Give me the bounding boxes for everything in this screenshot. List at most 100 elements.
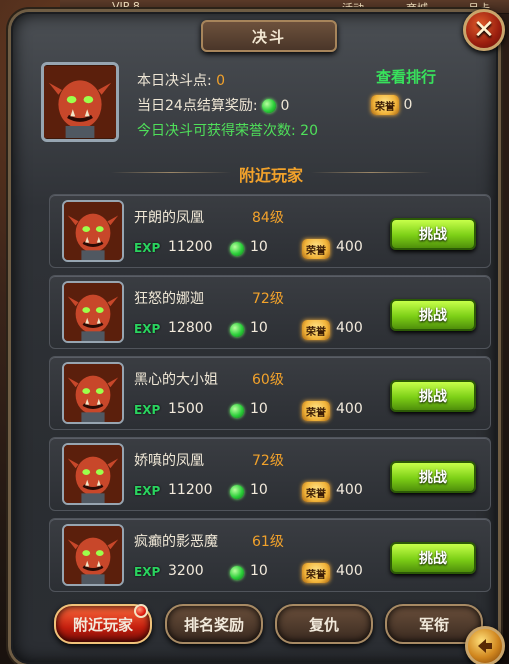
player-avatar (62, 524, 124, 586)
honor-icon: 荣誉 (302, 239, 330, 259)
green-gem-icon (230, 323, 244, 337)
orc-portrait-icon (64, 364, 122, 422)
honor-icon-text: 荣誉 (306, 245, 326, 257)
player-row: 疯癫的影恶魔 61级 EXP 3200 10 荣誉 400 挑战 (49, 518, 491, 592)
honor-times-value: 20 (300, 123, 318, 139)
gem-value: 10 (250, 482, 268, 498)
exp-value: 1500 (168, 401, 204, 417)
player-level: 72级 (252, 453, 284, 469)
honor-icon: 荣誉 (302, 401, 330, 421)
exp-label: EXP (134, 565, 161, 579)
challenge-button[interactable]: 挑战 (390, 380, 476, 412)
player-avatar (62, 281, 124, 343)
bottom-tab-bar: 附近玩家 排名奖励 复仇 军衔 (54, 604, 484, 648)
tab-nearby-players[interactable]: 附近玩家 (54, 604, 152, 644)
nearby-players-heading: 附近玩家 (111, 158, 431, 188)
player-row: 开朗的凤凰 84级 EXP 11200 10 荣誉 400 挑战 (49, 194, 491, 268)
player-row: 狂怒的娜迦 72级 EXP 12800 10 荣誉 400 挑战 (49, 275, 491, 349)
duel-summary: 本日决斗点: 0 查看排行 当日24点结算奖励: 0 荣誉 0 今日决斗可获得荣… (41, 62, 491, 152)
tab-label: 复仇 (308, 615, 339, 634)
player-row: 黑心的大小姐 60级 EXP 1500 10 荣誉 400 挑战 (49, 356, 491, 430)
exp-value: 3200 (168, 563, 204, 579)
honor-icon: 荣誉 (302, 320, 330, 340)
honor-value: 0 (403, 97, 413, 113)
player-level: 72级 (252, 291, 284, 307)
close-button[interactable]: ✕ (463, 9, 505, 51)
challenge-button[interactable]: 挑战 (390, 218, 476, 250)
gem-value: 10 (250, 239, 268, 255)
player-name: 娇嗔的凤凰 (134, 453, 204, 469)
view-ranking-link[interactable]: 查看排行 (376, 66, 436, 87)
player-level: 60级 (252, 372, 284, 388)
settlement-label: 当日24点结算奖励: (137, 98, 258, 114)
honor-reward-value: 400 (336, 239, 363, 255)
tab-label: 排名奖励 (183, 615, 244, 634)
settlement-reward: 当日24点结算奖励: 0 (137, 95, 289, 115)
notification-dot-icon (134, 604, 148, 618)
honor-reward-value: 400 (336, 482, 363, 498)
gem-value: 10 (250, 320, 268, 336)
player-name: 疯癫的影恶魔 (134, 534, 218, 550)
player-avatar (62, 200, 124, 262)
exp-label: EXP (134, 322, 161, 336)
player-avatar (62, 362, 124, 424)
gem-value: 10 (250, 401, 268, 417)
section-title: 附近玩家 (238, 166, 303, 185)
player-name: 黑心的大小姐 (134, 372, 218, 388)
honor-times-label: 今日决斗可获得荣誉次数: (137, 123, 296, 139)
duel-points-value: 0 (216, 73, 226, 89)
orc-portrait-icon (44, 66, 116, 138)
player-name: 狂怒的娜迦 (134, 291, 204, 307)
settlement-gem-value: 0 (280, 98, 290, 114)
green-gem-icon (230, 485, 244, 499)
tab-revenge[interactable]: 复仇 (275, 604, 373, 644)
exp-label: EXP (134, 403, 161, 417)
exp-value: 12800 (168, 320, 213, 336)
tab-label: 附近玩家 (72, 615, 133, 634)
honor-icon-text: 荣誉 (306, 488, 326, 500)
duel-points-label: 本日决斗点: (137, 73, 212, 89)
divider-right (311, 172, 431, 173)
honor-icon: 荣誉 (302, 482, 330, 502)
player-avatar (62, 443, 124, 505)
honor-icon: 荣誉 (302, 563, 330, 583)
player-name: 开朗的凤凰 (134, 210, 204, 226)
exp-label: EXP (134, 484, 161, 498)
orc-portrait-icon (64, 202, 122, 260)
duel-points: 本日决斗点: 0 (137, 70, 225, 90)
player-level: 84级 (252, 210, 284, 226)
arrow-back-icon (478, 639, 492, 653)
honor-reward-value: 400 (336, 563, 363, 579)
honor-reward-value: 400 (336, 401, 363, 417)
exp-value: 11200 (168, 482, 213, 498)
challenge-button[interactable]: 挑战 (390, 461, 476, 493)
gem-value: 10 (250, 563, 268, 579)
orc-portrait-icon (64, 445, 122, 503)
orc-portrait-icon (64, 283, 122, 341)
honor-icon-text: 荣誉 (306, 569, 326, 581)
green-gem-icon (230, 404, 244, 418)
honor-icon: 荣誉 (371, 95, 399, 115)
honor-reward-value: 400 (336, 320, 363, 336)
honor-summary: 荣誉 0 (371, 95, 412, 115)
green-gem-icon (230, 242, 244, 256)
green-gem-icon (261, 99, 276, 113)
orc-portrait-icon (64, 526, 122, 584)
tab-rank-rewards[interactable]: 排名奖励 (165, 604, 263, 644)
my-avatar (41, 62, 119, 142)
player-level: 61级 (252, 534, 284, 550)
honor-icon-text: 荣誉 (306, 407, 326, 419)
honor-icon-text: 荣誉 (375, 101, 395, 113)
player-row: 娇嗔的凤凰 72级 EXP 11200 10 荣誉 400 挑战 (49, 437, 491, 511)
arrow-back-button[interactable] (465, 626, 505, 664)
honor-icon-text: 荣誉 (306, 326, 326, 338)
challenge-button[interactable]: 挑战 (390, 299, 476, 331)
close-icon: ✕ (473, 15, 495, 45)
dialog-title: 决斗 (251, 27, 286, 46)
challenge-button[interactable]: 挑战 (390, 542, 476, 574)
honor-times: 今日决斗可获得荣誉次数: 20 (137, 120, 318, 140)
exp-value: 11200 (168, 239, 213, 255)
exp-label: EXP (134, 241, 161, 255)
dialog-title-plaque: 决斗 (201, 20, 337, 52)
tab-label: 军衔 (418, 615, 449, 634)
